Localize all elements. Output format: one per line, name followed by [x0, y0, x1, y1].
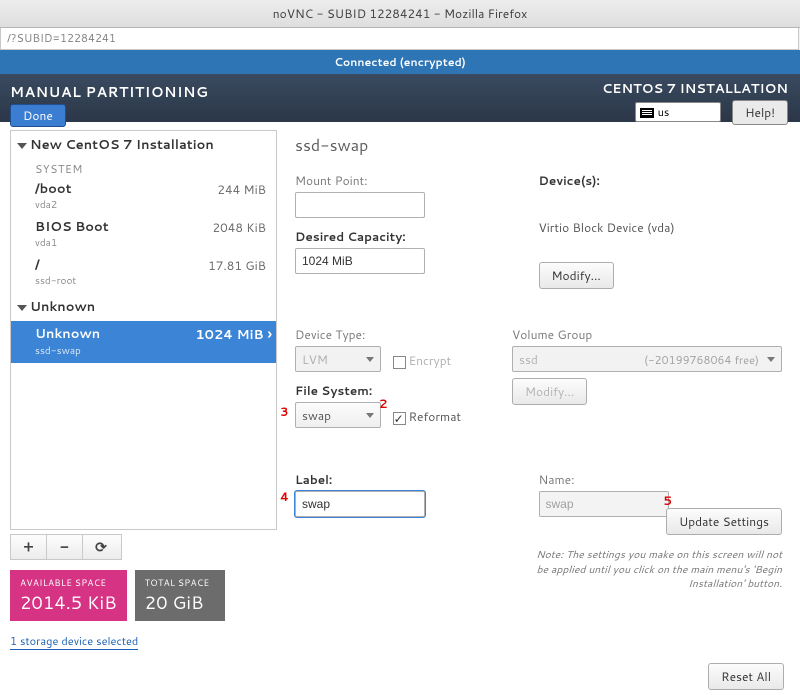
mount-item-root[interactable]: /17.81 GiB ssd-root — [11, 255, 276, 293]
caret-down-icon — [17, 305, 27, 311]
desired-capacity-input[interactable] — [295, 248, 425, 274]
mount-item-biosboot[interactable]: BIOS Boot2048 KiB vda1 — [11, 217, 276, 255]
mount-point-input[interactable] — [295, 192, 425, 218]
annotation-2: 2 — [379, 395, 388, 412]
volume-group-select: ssd (-20199768064 free) — [512, 346, 782, 372]
label-label: Label: — [295, 471, 539, 488]
encrypt-checkbox: Encrypt — [393, 352, 452, 369]
device-type-label: Device Type: — [295, 326, 512, 343]
annotation-5: 5 — [663, 492, 672, 509]
chevron-down-icon — [366, 413, 374, 418]
partition-sidebar: New CentOS 7 Installation SYSTEM /boot24… — [0, 122, 277, 657]
settings-note: Note: The settings you make on this scre… — [522, 548, 782, 591]
chevron-right-icon: › — [268, 323, 272, 344]
group-unknown[interactable]: 1 Unknown — [11, 293, 276, 321]
annotation-4: 4 — [280, 488, 289, 505]
mount-item-boot[interactable]: /boot244 MiB vda2 — [11, 179, 276, 217]
partition-detail: ssd-swap Mount Point: Desired Capacity: … — [277, 122, 800, 657]
partition-toolbar: + − ⟳ — [10, 534, 122, 560]
reload-button[interactable]: ⟳ — [83, 535, 119, 559]
window-titlebar: noVNC - SUBID 12284241 - Mozilla Firefox — [0, 0, 800, 28]
detail-title: ssd-swap — [295, 134, 782, 157]
url-bar[interactable]: /?SUBID=12284241 — [0, 28, 799, 50]
mount-point-label: Mount Point: — [295, 172, 539, 189]
done-button[interactable]: Done — [10, 104, 66, 127]
partition-tree[interactable]: New CentOS 7 Installation SYSTEM /boot24… — [10, 130, 277, 530]
mount-item-swap-selected[interactable]: Unknown1024 MiB› ssd-swap — [11, 321, 276, 363]
name-label: Name: — [539, 471, 783, 488]
reformat-checkbox[interactable]: Reformat — [393, 408, 461, 425]
add-partition-button[interactable]: + — [11, 535, 47, 559]
total-space-box: TOTAL SPACE 20 GiB — [135, 570, 225, 621]
system-label: SYSTEM — [11, 159, 276, 179]
desired-capacity-label: Desired Capacity: — [295, 228, 539, 245]
installer-header: MANUAL PARTITIONING Done CENTOS 7 INSTAL… — [0, 74, 800, 122]
device-type-select: LVM — [295, 346, 381, 372]
install-title: CENTOS 7 INSTALLATION — [602, 80, 788, 98]
remove-partition-button[interactable]: − — [47, 535, 83, 559]
devices-label: Device(s): — [539, 172, 783, 189]
space-summary: AVAILABLE SPACE 2014.5 KiB TOTAL SPACE 2… — [10, 570, 277, 621]
volume-group-label: Volume Group — [512, 326, 782, 343]
annotation-3: 3 — [280, 403, 289, 420]
modify-device-button[interactable]: Modify... — [539, 262, 614, 289]
chevron-down-icon — [767, 357, 775, 362]
name-input — [539, 491, 669, 517]
update-settings-button[interactable]: Update Settings — [666, 508, 782, 535]
storage-devices-link[interactable]: 1 storage device selected — [10, 633, 277, 649]
filesystem-select[interactable]: swap — [295, 402, 381, 428]
chevron-down-icon — [366, 357, 374, 362]
filesystem-label: File System: — [295, 382, 512, 399]
vnc-status-bar: Connected (encrypted) — [0, 50, 800, 74]
keyboard-icon — [640, 108, 654, 118]
available-space-box: AVAILABLE SPACE 2014.5 KiB — [10, 570, 127, 621]
label-input[interactable] — [295, 491, 425, 517]
keyboard-layout-selector[interactable]: us — [635, 102, 721, 122]
device-name: Virtio Block Device (vda) — [539, 219, 783, 236]
reset-all-button[interactable]: Reset All — [708, 663, 784, 690]
modify-vg-button: Modify... — [512, 378, 587, 405]
group-new-install[interactable]: New CentOS 7 Installation — [11, 131, 276, 159]
caret-down-icon — [17, 143, 27, 149]
